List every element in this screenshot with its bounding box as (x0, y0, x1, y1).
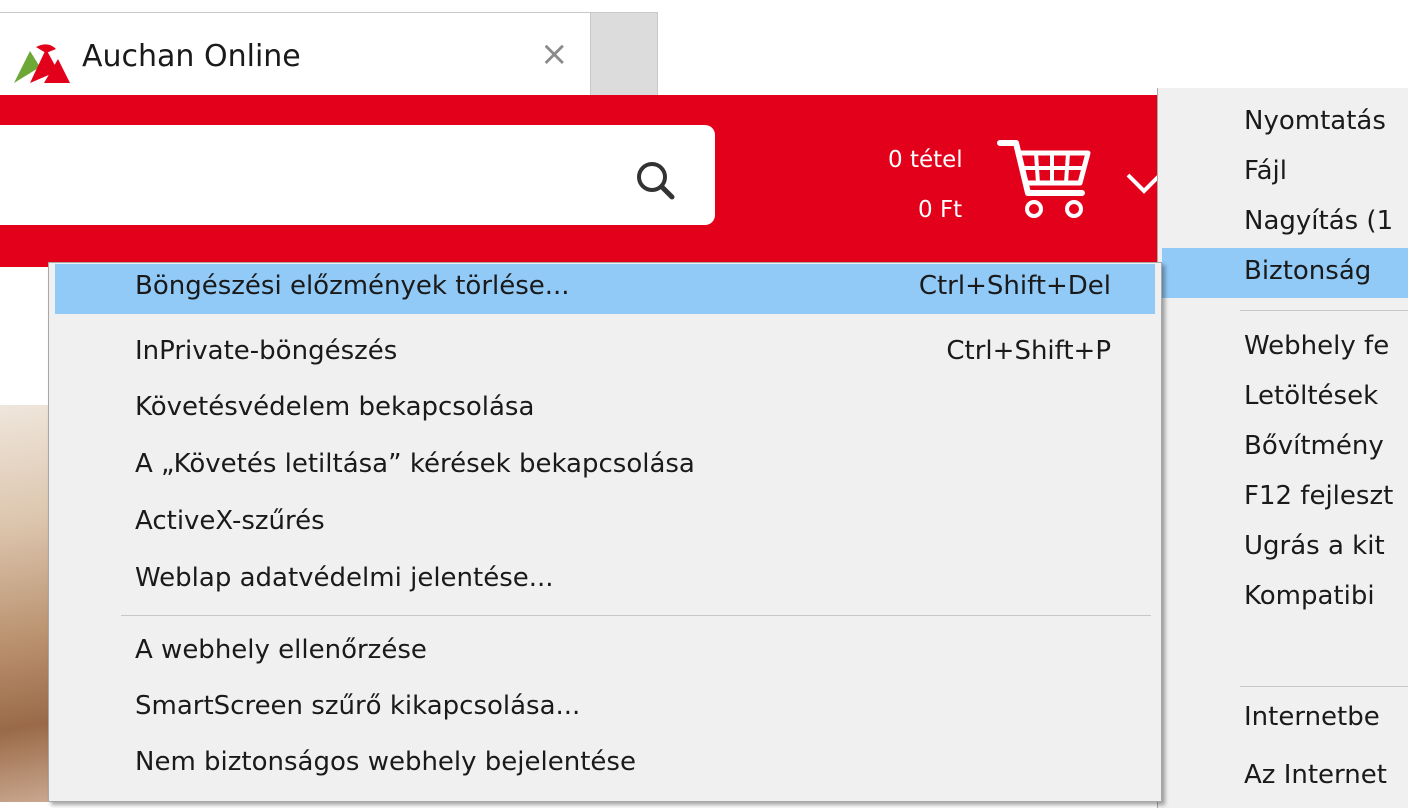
cart-item-count: 0 tétel (888, 147, 963, 173)
tools-item-addons[interactable]: Bővítmény (1162, 423, 1408, 473)
menu-separator (1240, 310, 1408, 311)
tools-item-label: Nagyítás (1 (1244, 206, 1394, 236)
menu-item-shortcut: Ctrl+Shift+Del (918, 271, 1111, 301)
menu-item-report-unsafe-site[interactable]: Nem biztonságos webhely bejelentése (55, 740, 1155, 790)
menu-item-label: Követésvédelem bekapcsolása (135, 392, 535, 422)
menu-item-label: InPrivate-böngészés (135, 336, 398, 366)
menu-item-delete-browsing-history[interactable]: Böngészési előzmények törlése... Ctrl+Sh… (55, 264, 1155, 314)
menu-separator (121, 615, 1151, 616)
menu-item-label: Böngészési előzmények törlése... (135, 271, 570, 301)
tools-menu: Nyomtatás Fájl Nagyítás (1 Biztonság Web… (1157, 88, 1408, 808)
menu-item-label: SmartScreen szűrő kikapcsolása... (135, 691, 581, 721)
menu-item-label: ActiveX-szűrés (135, 506, 325, 536)
menu-item-inprivate-browsing[interactable]: InPrivate-böngészés Ctrl+Shift+P (55, 329, 1155, 379)
close-icon[interactable]: × (540, 37, 569, 71)
menu-item-activex-filtering[interactable]: ActiveX-szűrés (55, 499, 1155, 549)
site-header: 0 tétel 0 Ft (0, 95, 1162, 267)
new-tab-button[interactable] (591, 12, 658, 96)
cart-total-amount: 0 Ft (918, 197, 963, 223)
menu-item-label: A „Követés letiltása” kérések bekapcsolá… (135, 449, 695, 479)
tools-item-label: Ugrás a kit (1244, 531, 1385, 561)
tools-item-devtools[interactable]: F12 fejleszt (1162, 473, 1408, 523)
search-input[interactable] (0, 125, 715, 225)
tools-item-label: Webhely fe (1244, 331, 1390, 361)
tools-item-label: Internetbe (1244, 702, 1380, 732)
browser-tab-bar: Auchan Online × (0, 0, 1408, 96)
tools-item-print[interactable]: Nyomtatás (1162, 98, 1408, 148)
tools-item-file[interactable]: Fájl (1162, 148, 1408, 198)
tools-item-about[interactable]: Az Internet (1162, 752, 1408, 802)
tools-item-security[interactable]: Biztonság (1162, 248, 1408, 298)
menu-item-privacy-report[interactable]: Weblap adatvédelmi jelentése... (55, 556, 1155, 606)
menu-item-smartscreen-off[interactable]: SmartScreen szűrő kikapcsolása... (55, 684, 1155, 734)
security-submenu: Böngészési előzmények törlése... Ctrl+Sh… (48, 262, 1162, 802)
tools-item-label: Bővítmény (1244, 431, 1384, 461)
tools-item-label: Biztonság (1244, 256, 1372, 286)
tools-item-label: Kompatibi (1244, 581, 1375, 611)
tools-item-internet-options[interactable]: Internetbe (1162, 694, 1408, 744)
tools-item-pinned-sites[interactable]: Ugrás a kit (1162, 523, 1408, 573)
menu-item-tracking-protection[interactable]: Követésvédelem bekapcsolása (55, 385, 1155, 435)
menu-item-label: Nem biztonságos webhely bejelentése (135, 747, 636, 777)
search-icon[interactable] (632, 157, 682, 207)
tools-item-label: Letöltések (1244, 381, 1379, 411)
menu-item-shortcut: Ctrl+Shift+P (946, 336, 1111, 366)
tools-item-label: Az Internet (1244, 760, 1387, 790)
tools-item-label: F12 fejleszt (1244, 481, 1394, 511)
tools-item-site-to-apps[interactable]: Webhely fe (1162, 323, 1408, 373)
menu-item-label: A webhely ellenőrzése (135, 635, 427, 665)
tools-item-label: Nyomtatás (1244, 106, 1386, 136)
auchan-bird-logo-icon (14, 44, 70, 83)
tools-item-compatibility[interactable]: Kompatibi (1162, 573, 1408, 623)
menu-separator (1240, 686, 1408, 687)
tab-title: Auchan Online (82, 39, 301, 74)
shopping-cart-icon[interactable] (996, 135, 1096, 225)
menu-item-label: Weblap adatvédelmi jelentése... (135, 563, 554, 593)
tools-item-zoom[interactable]: Nagyítás (1 (1162, 198, 1408, 248)
tools-item-label: Fájl (1244, 156, 1287, 186)
menu-item-check-website[interactable]: A webhely ellenőrzése (55, 628, 1155, 678)
tools-item-downloads[interactable]: Letöltések (1162, 373, 1408, 423)
browser-tab-auchan[interactable]: Auchan Online × (0, 12, 591, 96)
menu-item-do-not-track[interactable]: A „Követés letiltása” kérések bekapcsolá… (55, 442, 1155, 492)
